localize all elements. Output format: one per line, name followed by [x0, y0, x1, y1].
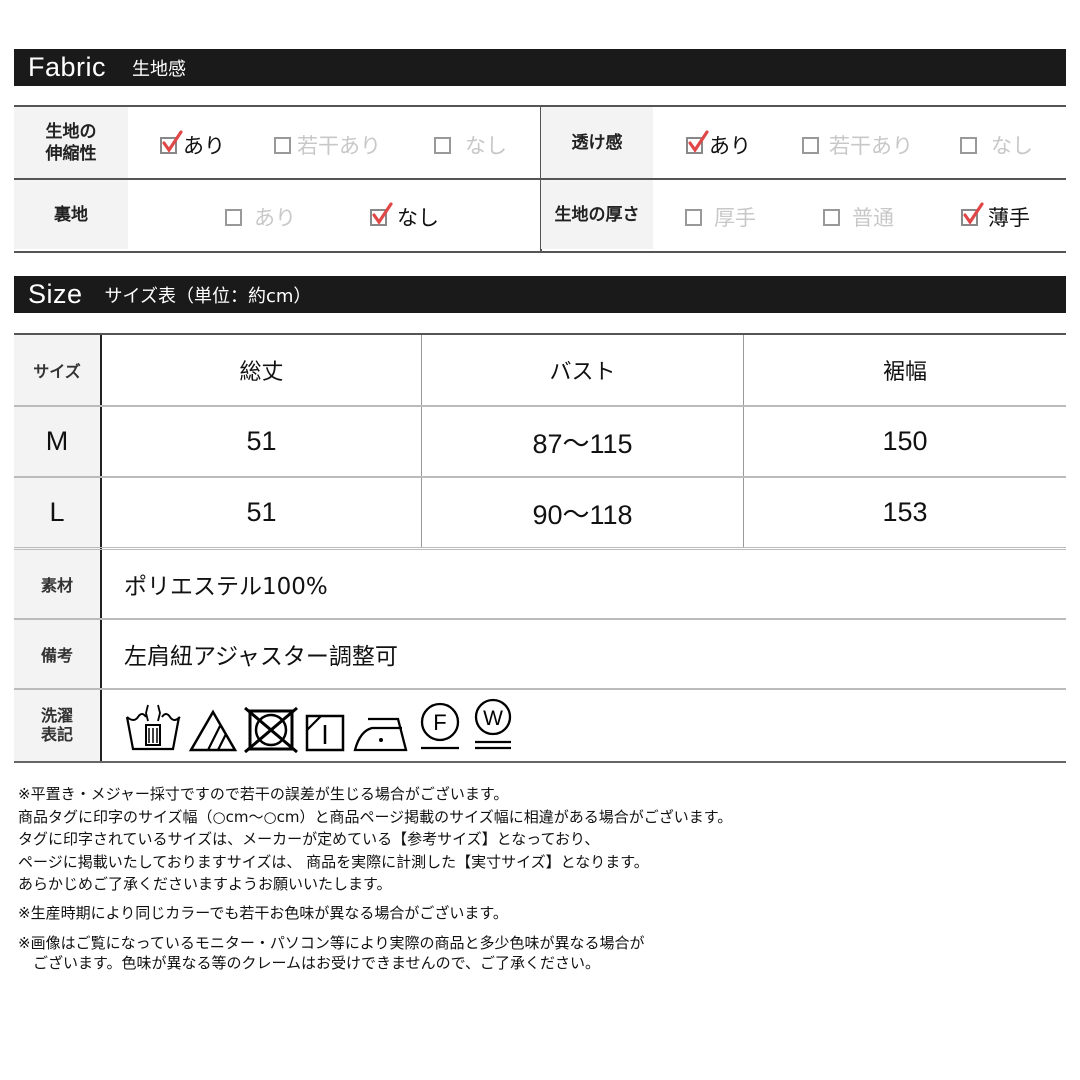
checkbox-checked-icon [370, 201, 393, 226]
m-hem-width: 150 [882, 425, 928, 456]
material-label: 素材 [40, 576, 73, 595]
checkbox-icon [274, 136, 291, 154]
size-label-l: L [49, 496, 65, 527]
note-line: あらかじめご了承くださいますようお願いいたします。 [18, 875, 392, 893]
hand-wash-icon [125, 704, 181, 751]
header-hem-width: 裾幅 [882, 360, 927, 385]
row-divider [14, 688, 1066, 690]
lining-option-no[interactable]: なし [370, 201, 439, 232]
header-bust: バスト [549, 360, 616, 385]
fabric-title-jp: 生地感 [132, 58, 187, 80]
note-line: タグに印字されているサイズは、メーカーが定めている【参考サイズ】となっており、 [18, 830, 600, 848]
sheerness-option-none[interactable]: なし [960, 130, 1033, 160]
checkbox-icon [434, 136, 451, 154]
checkbox-icon [960, 136, 977, 154]
header-total-length: 総丈 [239, 360, 284, 385]
l-bust: 90〜118 [532, 499, 633, 530]
thickness-label: 生地の厚さ [541, 180, 653, 249]
dry-clean-f-mild-icon: F [420, 702, 460, 750]
note-line: ※画像はご覧になっているモニター・パソコン等により実際の商品と多少色味が異なる場… [18, 934, 645, 952]
checkbox-icon [823, 208, 840, 226]
sheerness-label: 透け感 [541, 107, 653, 178]
wet-clean-w-very-mild-icon: W [474, 698, 512, 750]
size-title-jp: サイズ表（単位：約cm） [104, 285, 312, 307]
sheerness-option-yes[interactable]: あり [686, 129, 751, 160]
l-total-length: 51 [246, 496, 277, 527]
fabric-title-en: Fabric [28, 52, 107, 82]
lining-label: 裏地 [14, 180, 128, 249]
care-letter-w: W [483, 707, 503, 730]
thickness-option-thin[interactable]: 薄手 [961, 201, 1030, 232]
header-size: サイズ [33, 362, 81, 381]
note-line: ※平置き・メジャー採寸ですので若干の誤差が生じる場合がございます。 [18, 785, 509, 803]
care-letter-f: F [433, 710, 446, 735]
checkbox-checked-icon [961, 201, 984, 226]
stretch-label: 生地の 伸縮性 [14, 107, 128, 178]
iron-low-icon [353, 717, 408, 752]
care-label: 洗濯 表記 [40, 705, 73, 744]
fabric-section-header: Fabric 生地感 [14, 49, 1066, 86]
sheerness-option-slight[interactable]: 若干あり [802, 130, 913, 160]
remarks-value: 左肩紐アジャスター調整可 [124, 644, 398, 670]
checkbox-checked-icon [686, 129, 709, 154]
size-table: サイズ 総丈 バスト 裾幅 M 51 87〜115 150 L 51 90〜11… [14, 333, 1066, 763]
bleach-non-chlorine-icon [188, 709, 238, 752]
l-hem-width: 153 [882, 496, 928, 527]
checkbox-icon [225, 208, 242, 226]
lining-option-yes[interactable]: あり [225, 202, 296, 232]
note-line: ページに掲載いたしておりますサイズは、 商品を実際に計測した【実寸サイズ】となり… [18, 852, 649, 871]
note-line: ございます。色味が異なる等のクレームはお受けできませんので、ご了承ください。 [18, 954, 601, 972]
disclaimer-notes: ※平置き・メジャー採寸ですので若干の誤差が生じる場合がございます。 商品タグに印… [18, 783, 732, 973]
checkbox-checked-icon [160, 129, 183, 154]
size-section-header: Size サイズ表（単位：約cm） [14, 276, 1066, 313]
size-label-m: M [45, 425, 69, 456]
do-not-tumble-dry-icon [244, 707, 298, 753]
material-value: ポリエステル100% [124, 574, 328, 600]
checkbox-icon [802, 136, 819, 154]
stretch-option-slight[interactable]: 若干あり [274, 130, 381, 160]
stretch-option-yes[interactable]: あり [160, 129, 225, 160]
size-title-en: Size [28, 279, 83, 309]
m-bust: 87〜115 [532, 428, 633, 459]
checkbox-icon [685, 208, 702, 226]
drip-dry-shade-icon [305, 714, 345, 752]
thickness-option-normal[interactable]: 普通 [823, 202, 894, 232]
fabric-table: 生地の 伸縮性 あり 若干あり なし 透け感 あり 若干あり なし 裏地 あり … [14, 105, 1066, 253]
m-total-length: 51 [246, 425, 277, 456]
remarks-label: 備考 [40, 646, 73, 665]
stretch-option-none[interactable]: なし [434, 130, 507, 160]
note-line: 商品タグに印字のサイズ幅（○cm〜○cm）と商品ページ掲載のサイズ幅に相違がある… [18, 807, 733, 826]
note-line: ※生産時期により同じカラーでも若干お色味が異なる場合がございます。 [18, 903, 508, 922]
thickness-option-thick[interactable]: 厚手 [685, 202, 756, 232]
care-symbols: F W [124, 697, 516, 753]
